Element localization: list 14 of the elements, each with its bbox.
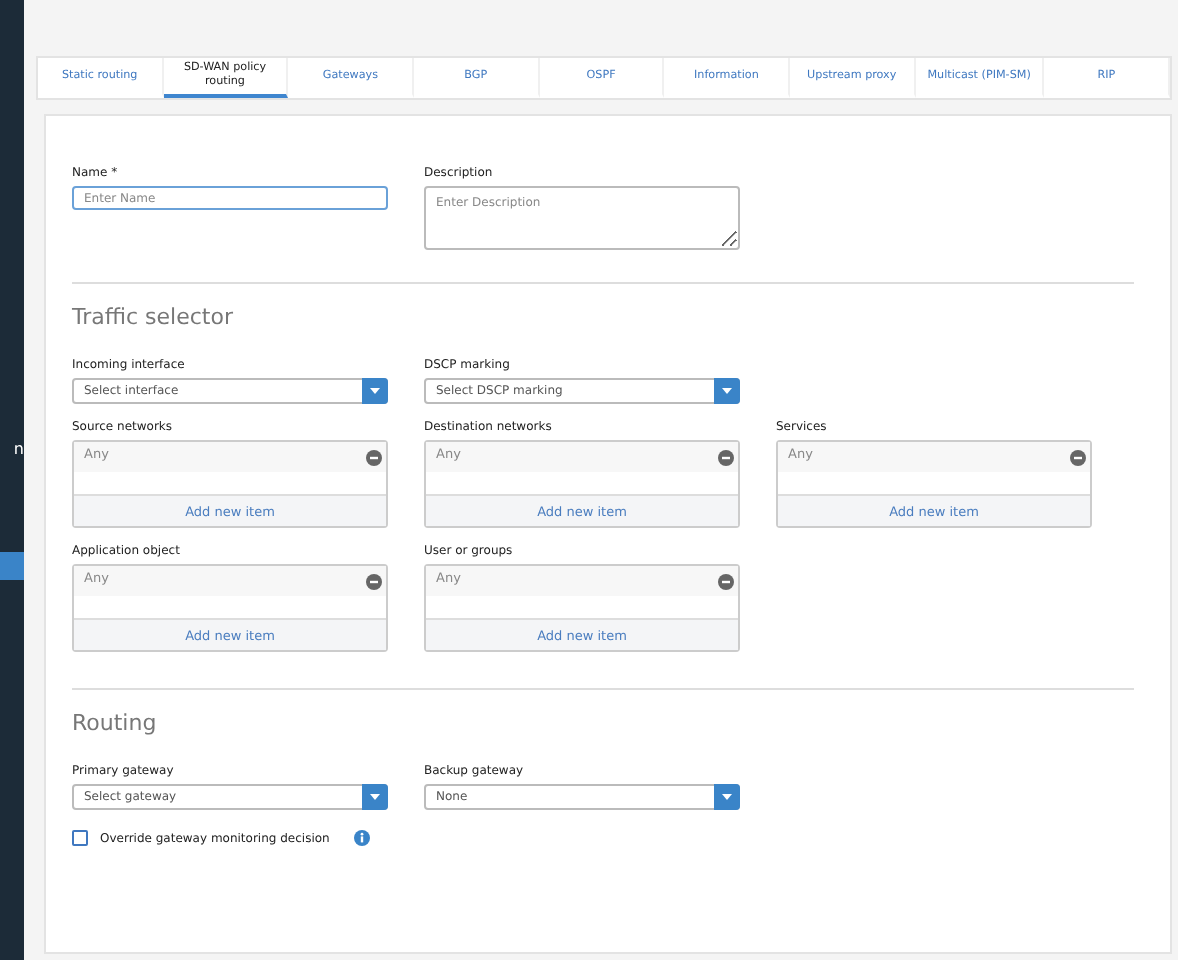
caret-icon xyxy=(714,784,740,810)
caret-icon xyxy=(362,378,388,404)
section-heading: Traffic selector xyxy=(72,304,235,330)
caret-icon xyxy=(362,784,388,810)
info-icon[interactable] xyxy=(353,830,370,846)
sidebar-item[interactable]: n xyxy=(0,440,24,464)
checkbox[interactable] xyxy=(72,830,88,846)
remove-icon[interactable] xyxy=(366,574,382,590)
section-heading: Routing xyxy=(72,710,159,736)
remove-icon[interactable] xyxy=(1070,450,1086,466)
remove-icon[interactable] xyxy=(718,450,734,466)
remove-icon[interactable] xyxy=(718,574,734,590)
caret-icon xyxy=(714,378,740,404)
remove-icon[interactable] xyxy=(366,450,382,466)
